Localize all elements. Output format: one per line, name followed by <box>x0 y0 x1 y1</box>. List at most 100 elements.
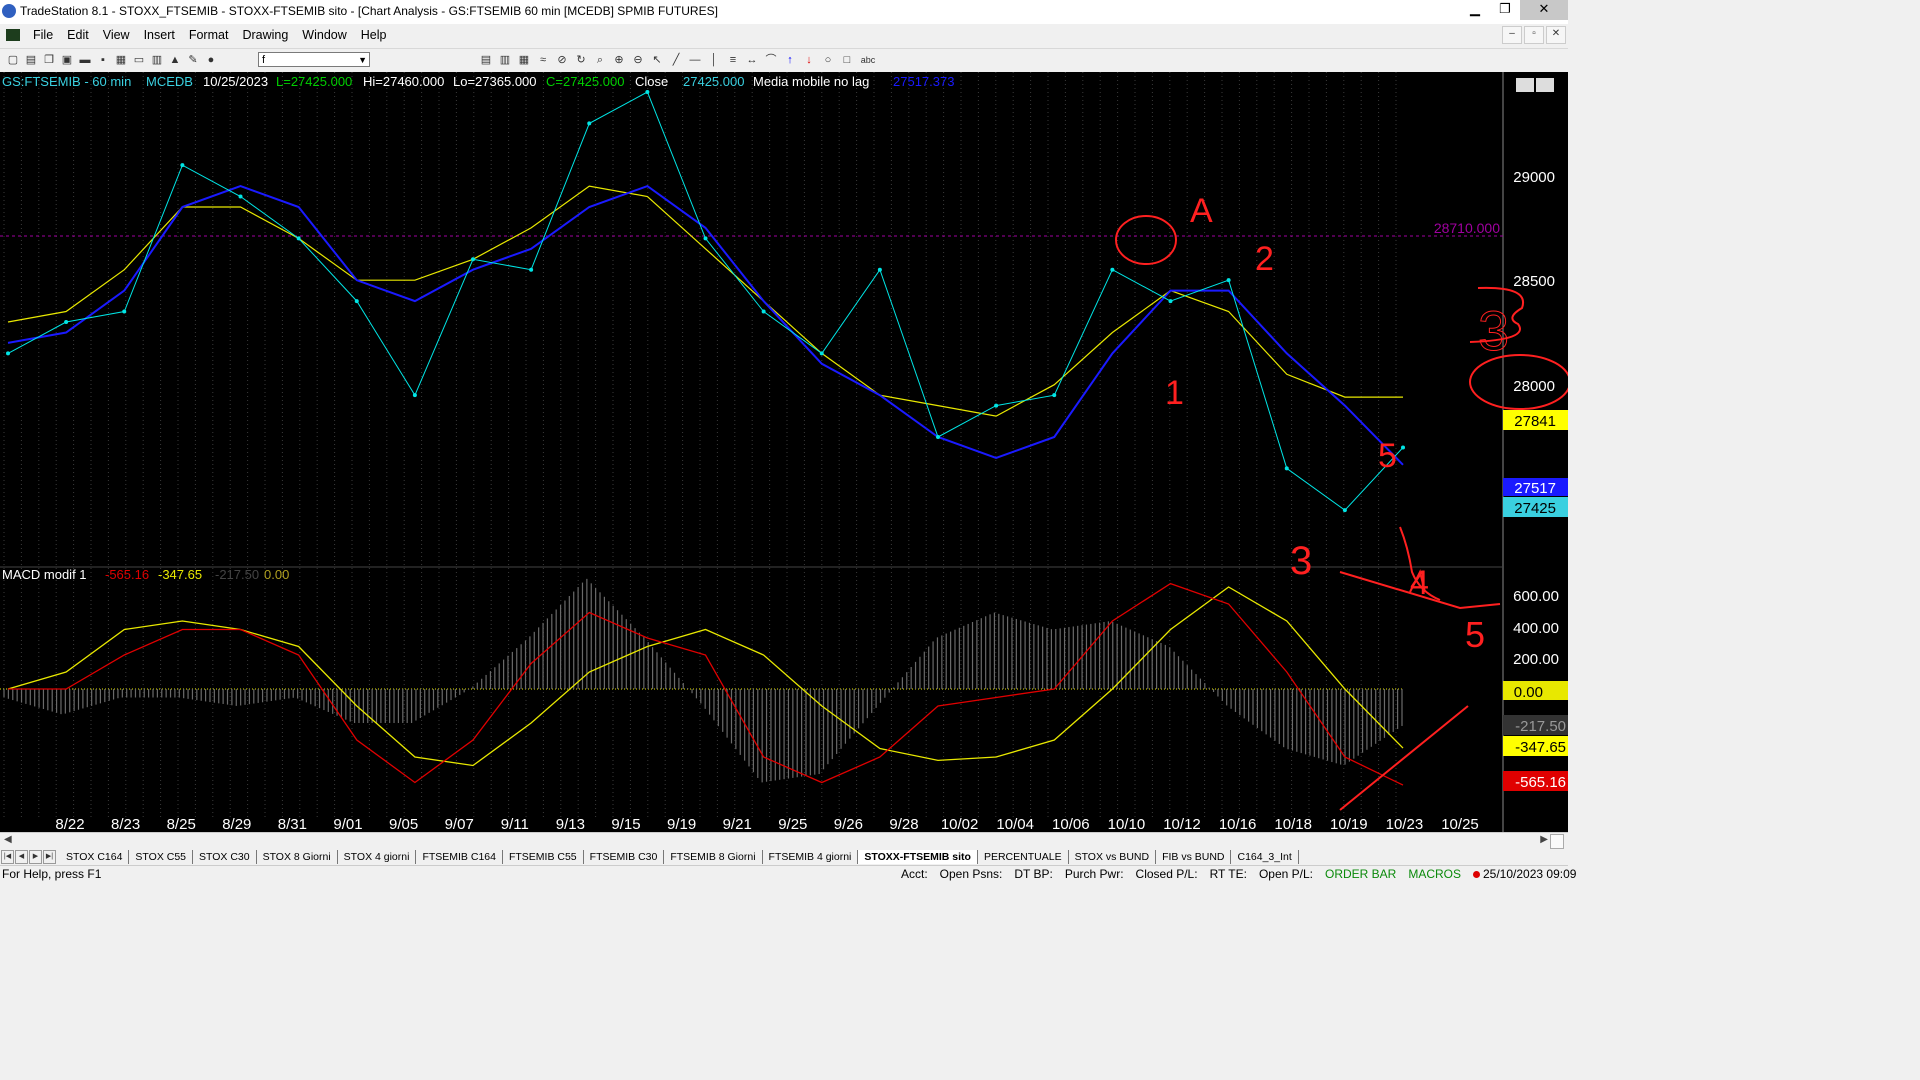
price-point <box>645 90 650 94</box>
color-icon[interactable]: ● <box>204 53 218 67</box>
symbol-combo[interactable]: f ▼ <box>258 52 370 67</box>
chart-canvas[interactable]: GS:FTSEMIB - 60 min MCEDB 10/25/2023 L=2… <box>0 72 1571 833</box>
last-tab-icon[interactable]: ▶| <box>43 850 56 864</box>
scroll-thumb[interactable] <box>1550 834 1564 849</box>
up-arrow-icon[interactable]: ↑ <box>783 53 797 67</box>
mdi-close-button[interactable]: ✕ <box>1546 26 1566 44</box>
next-tab-icon[interactable]: ▶ <box>29 850 42 864</box>
zoom-in-icon[interactable]: ⊕ <box>612 53 626 67</box>
tab-ftsemib-c164[interactable]: FTSEMIB C164 <box>416 850 503 864</box>
tab-ftsemib-c55[interactable]: FTSEMIB C55 <box>503 850 584 864</box>
time-axis-label: 8/23 <box>111 816 140 832</box>
print-icon[interactable]: ▦ <box>114 53 128 67</box>
menu-window[interactable]: Window <box>295 28 353 42</box>
chart-window-icon[interactable] <box>6 29 20 41</box>
fibonacci-icon[interactable]: ≡ <box>726 53 740 67</box>
menu-insert[interactable]: Insert <box>137 28 182 42</box>
chart-bars-icon[interactable]: ▥ <box>498 53 512 67</box>
chevron-down-icon: ▼ <box>358 55 367 65</box>
down-arrow-icon[interactable]: ↓ <box>802 53 816 67</box>
tab-ftsemib-4-giorni[interactable]: FTSEMIB 4 giorni <box>763 850 859 864</box>
strategy-icon[interactable]: ⊘ <box>555 53 569 67</box>
scan-icon[interactable]: ⌕ <box>593 53 607 67</box>
indicator-icon[interactable]: ≈ <box>536 53 550 67</box>
macd-tag-label: -565.16 <box>1515 774 1566 791</box>
panel-minimize-button[interactable] <box>1516 78 1534 92</box>
tab-stox-c30[interactable]: STOX C30 <box>193 850 257 864</box>
time-axis-label: 10/10 <box>1108 816 1146 832</box>
paste-icon[interactable]: ▣ <box>60 53 74 67</box>
tab-stox-4-giorni[interactable]: STOX 4 giorni <box>338 850 417 864</box>
chart-grid-icon[interactable]: ▦ <box>517 53 531 67</box>
folder-icon[interactable]: ▬ <box>78 53 92 67</box>
tab-fib-vs-bund[interactable]: FIB vs BUND <box>1156 850 1232 864</box>
macd-axis-label: 400.00 <box>1513 620 1559 637</box>
macd-header: MACD modif 1 -565.16 -347.65 -217.50 0.0… <box>2 567 289 582</box>
prev-tab-icon[interactable]: ◀ <box>15 850 28 864</box>
minimize-button[interactable]: ▁ <box>1460 0 1490 20</box>
menu-edit[interactable]: Edit <box>60 28 96 42</box>
paint-icon[interactable]: ✎ <box>186 53 200 67</box>
tab-stoxx-ftsemib-sito[interactable]: STOXX-FTSEMIB sito <box>858 850 978 864</box>
text-icon[interactable]: abc <box>859 53 877 67</box>
horizontal-scrollbar[interactable]: ◀ ▶ <box>0 832 1568 850</box>
macros-field[interactable]: MACROS <box>1402 867 1467 881</box>
scroll-left-icon[interactable]: ◀ <box>4 834 12 845</box>
copy-icon[interactable]: ❐ <box>42 53 56 67</box>
price-line <box>7 91 1404 511</box>
price-point <box>1168 299 1173 304</box>
arc-icon[interactable]: ⌒ <box>764 53 778 67</box>
price-point <box>936 435 940 439</box>
tab-stox-8-giorni[interactable]: STOX 8 Giorni <box>257 850 338 864</box>
pointer-icon[interactable]: ↖ <box>650 53 664 67</box>
order-bar-field[interactable]: ORDER BAR <box>1319 867 1402 881</box>
time-axis-label: 9/01 <box>333 816 362 832</box>
chart-analysis-window[interactable]: GS:FTSEMIB - 60 min MCEDB 10/25/2023 L=2… <box>0 72 1571 833</box>
horizontal-line-icon[interactable]: ― <box>688 53 702 67</box>
menu-format[interactable]: Format <box>182 28 236 42</box>
menu-help[interactable]: Help <box>354 28 394 42</box>
new-icon[interactable]: ▢ <box>6 53 20 67</box>
tab-ftsemib-c30[interactable]: FTSEMIB C30 <box>584 850 665 864</box>
price-point <box>412 393 417 398</box>
rectangle-icon[interactable]: □ <box>840 53 854 67</box>
refresh-icon[interactable]: ↻ <box>574 53 588 67</box>
scroll-right-icon[interactable]: ▶ <box>1540 834 1548 845</box>
time-axis-label: 10/18 <box>1274 816 1312 832</box>
low-label: Lo=27365.000 <box>453 74 537 89</box>
price-point <box>1226 278 1231 283</box>
annotation-a: A <box>1190 192 1213 230</box>
dt-bp-field: DT BP: <box>1014 867 1053 881</box>
circle-icon[interactable]: ○ <box>821 53 835 67</box>
save-icon[interactable]: ▪ <box>96 53 110 67</box>
menu-view[interactable]: View <box>96 28 137 42</box>
tab-ftsemib-8-giorni[interactable]: FTSEMIB 8 Giorni <box>664 850 763 864</box>
tab-percentuale[interactable]: PERCENTUALE <box>978 850 1069 864</box>
close-button[interactable]: ✕ <box>1520 0 1568 20</box>
restore-button[interactable]: ❐ <box>1490 0 1520 20</box>
datetime-field: 25/10/2023 09:09 <box>1467 867 1582 881</box>
tile-icon[interactable]: ▥ <box>150 53 164 67</box>
lock-icon[interactable]: ▲ <box>168 53 182 67</box>
panel-restore-button[interactable] <box>1536 78 1554 92</box>
trendline-icon[interactable]: ╱ <box>669 53 683 67</box>
mdi-restore-button[interactable]: ▫ <box>1524 26 1544 44</box>
menu-drawing[interactable]: Drawing <box>235 28 295 42</box>
tab-stox-vs-bund[interactable]: STOX vs BUND <box>1069 850 1157 864</box>
tab-stox-c164[interactable]: STOX C164 <box>60 850 130 864</box>
tab-c164-3-int[interactable]: C164_3_Int <box>1231 850 1299 864</box>
window-icon[interactable]: ▭ <box>132 53 146 67</box>
symbol-label: GS:FTSEMIB - 60 min <box>2 74 131 89</box>
mdi-minimize-button[interactable]: – <box>1502 26 1522 44</box>
menu-file[interactable]: File <box>26 28 60 42</box>
vertical-line-icon[interactable]: │ <box>707 53 721 67</box>
time-axis-label: 9/26 <box>834 816 863 832</box>
open-icon[interactable]: ▤ <box>24 53 38 67</box>
zoom-out-icon[interactable]: ⊖ <box>631 53 645 67</box>
chart-style-icon[interactable]: ▤ <box>479 53 493 67</box>
price-point <box>877 267 882 272</box>
time-axis-label: 10/23 <box>1386 816 1424 832</box>
first-tab-icon[interactable]: |◀ <box>1 850 14 864</box>
tab-stox-c55[interactable]: STOX C55 <box>129 850 193 864</box>
arrow-icon[interactable]: ↔ <box>745 53 759 67</box>
